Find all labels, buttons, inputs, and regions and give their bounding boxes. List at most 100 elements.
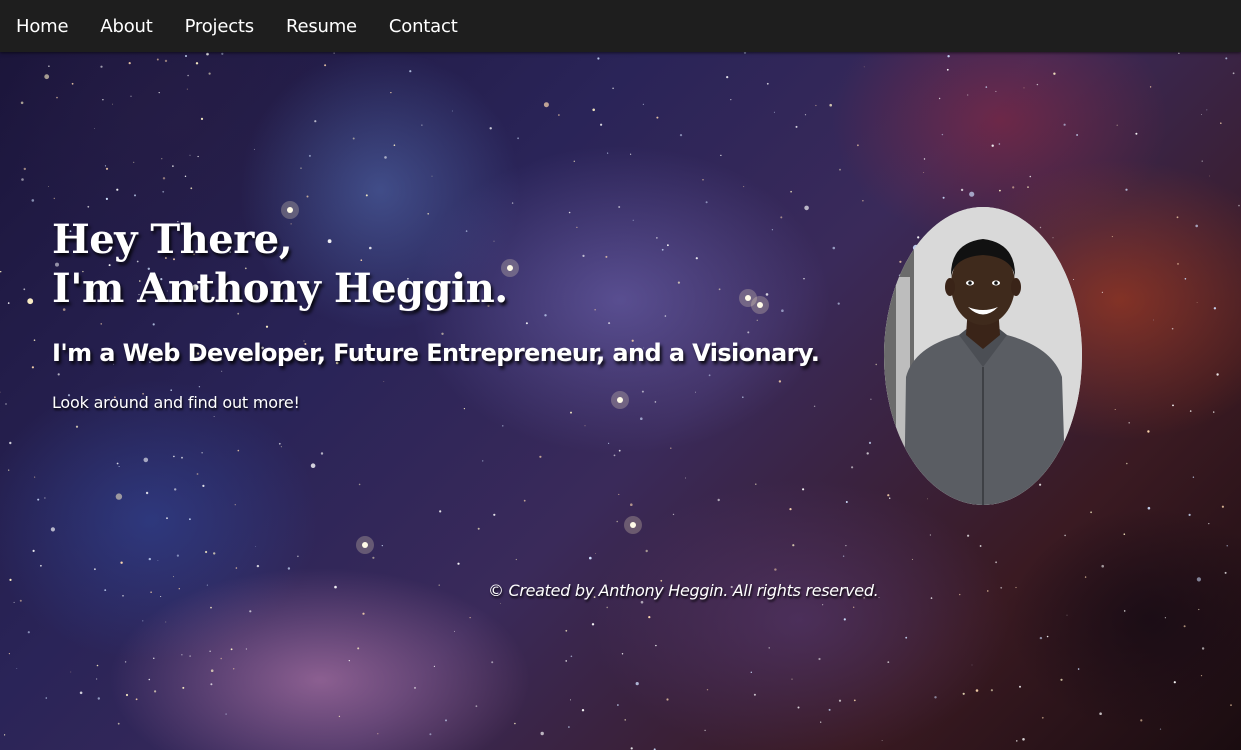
star <box>122 595 124 597</box>
star <box>4 734 6 736</box>
star <box>278 442 281 445</box>
star <box>105 197 108 200</box>
star <box>517 137 519 140</box>
star <box>357 647 360 650</box>
star <box>153 657 155 659</box>
nav-contact-link[interactable]: Contact <box>373 16 474 37</box>
star <box>1147 506 1151 510</box>
star <box>338 715 341 718</box>
star <box>565 629 568 632</box>
star <box>8 653 10 655</box>
star <box>1213 411 1215 413</box>
star <box>792 544 795 547</box>
star <box>221 52 224 55</box>
star <box>104 589 107 591</box>
star <box>1077 668 1080 670</box>
star <box>206 584 208 586</box>
star <box>938 97 941 100</box>
star <box>581 709 585 712</box>
star <box>1171 327 1174 330</box>
star <box>857 144 859 147</box>
star <box>5 403 7 405</box>
star <box>1159 728 1162 730</box>
star <box>160 596 162 597</box>
star <box>393 144 396 146</box>
star <box>1216 373 1219 376</box>
star <box>156 58 159 61</box>
star <box>1200 675 1203 677</box>
star <box>1027 186 1029 189</box>
star <box>570 699 571 701</box>
star <box>45 697 48 699</box>
star <box>1147 430 1150 433</box>
star <box>197 155 199 158</box>
star <box>457 562 460 565</box>
star <box>1060 678 1063 681</box>
nav-about-link[interactable]: About <box>84 16 168 37</box>
star <box>1123 610 1126 612</box>
star <box>117 722 120 725</box>
star <box>704 729 706 732</box>
star <box>612 87 614 90</box>
star <box>310 463 316 469</box>
star <box>297 555 299 558</box>
star <box>333 52 335 54</box>
star <box>600 123 603 126</box>
nav-home-link[interactable]: Home <box>0 16 84 37</box>
nav-resume-link[interactable]: Resume <box>270 16 373 37</box>
star <box>145 491 149 495</box>
star <box>208 72 211 75</box>
star <box>648 616 651 619</box>
star <box>1177 262 1179 265</box>
star <box>706 689 709 691</box>
star <box>202 484 205 487</box>
star <box>201 452 203 454</box>
star <box>200 117 204 120</box>
star <box>130 95 132 97</box>
star <box>815 104 817 107</box>
star <box>157 560 159 561</box>
star <box>377 733 379 735</box>
star <box>489 127 492 130</box>
star <box>774 568 777 571</box>
nav-projects-link[interactable]: Projects <box>169 16 270 37</box>
star <box>1201 114 1202 115</box>
star <box>1196 302 1198 303</box>
star <box>969 191 975 197</box>
star <box>511 202 514 204</box>
star <box>975 689 979 692</box>
star <box>990 689 994 692</box>
star <box>642 103 645 105</box>
star <box>1198 608 1200 611</box>
star <box>362 612 365 615</box>
star <box>23 167 26 171</box>
star <box>1022 738 1025 741</box>
star <box>1066 614 1068 616</box>
star <box>1209 175 1210 177</box>
star <box>71 82 74 85</box>
star <box>645 549 648 553</box>
star <box>1149 86 1152 88</box>
star <box>1164 617 1166 619</box>
star <box>853 699 856 702</box>
star <box>1221 505 1224 508</box>
star <box>523 499 526 502</box>
star <box>539 455 542 458</box>
star <box>116 188 119 191</box>
star <box>502 425 504 427</box>
star <box>592 108 595 112</box>
star <box>249 610 252 613</box>
star <box>493 513 496 516</box>
star <box>48 65 50 67</box>
star <box>1226 545 1228 547</box>
star <box>230 648 233 651</box>
star <box>56 96 58 99</box>
star <box>828 708 831 711</box>
star <box>19 599 22 602</box>
star <box>618 206 621 208</box>
star <box>27 631 30 634</box>
star <box>154 690 157 693</box>
star <box>234 504 236 506</box>
star <box>79 691 83 695</box>
star <box>1183 625 1186 628</box>
